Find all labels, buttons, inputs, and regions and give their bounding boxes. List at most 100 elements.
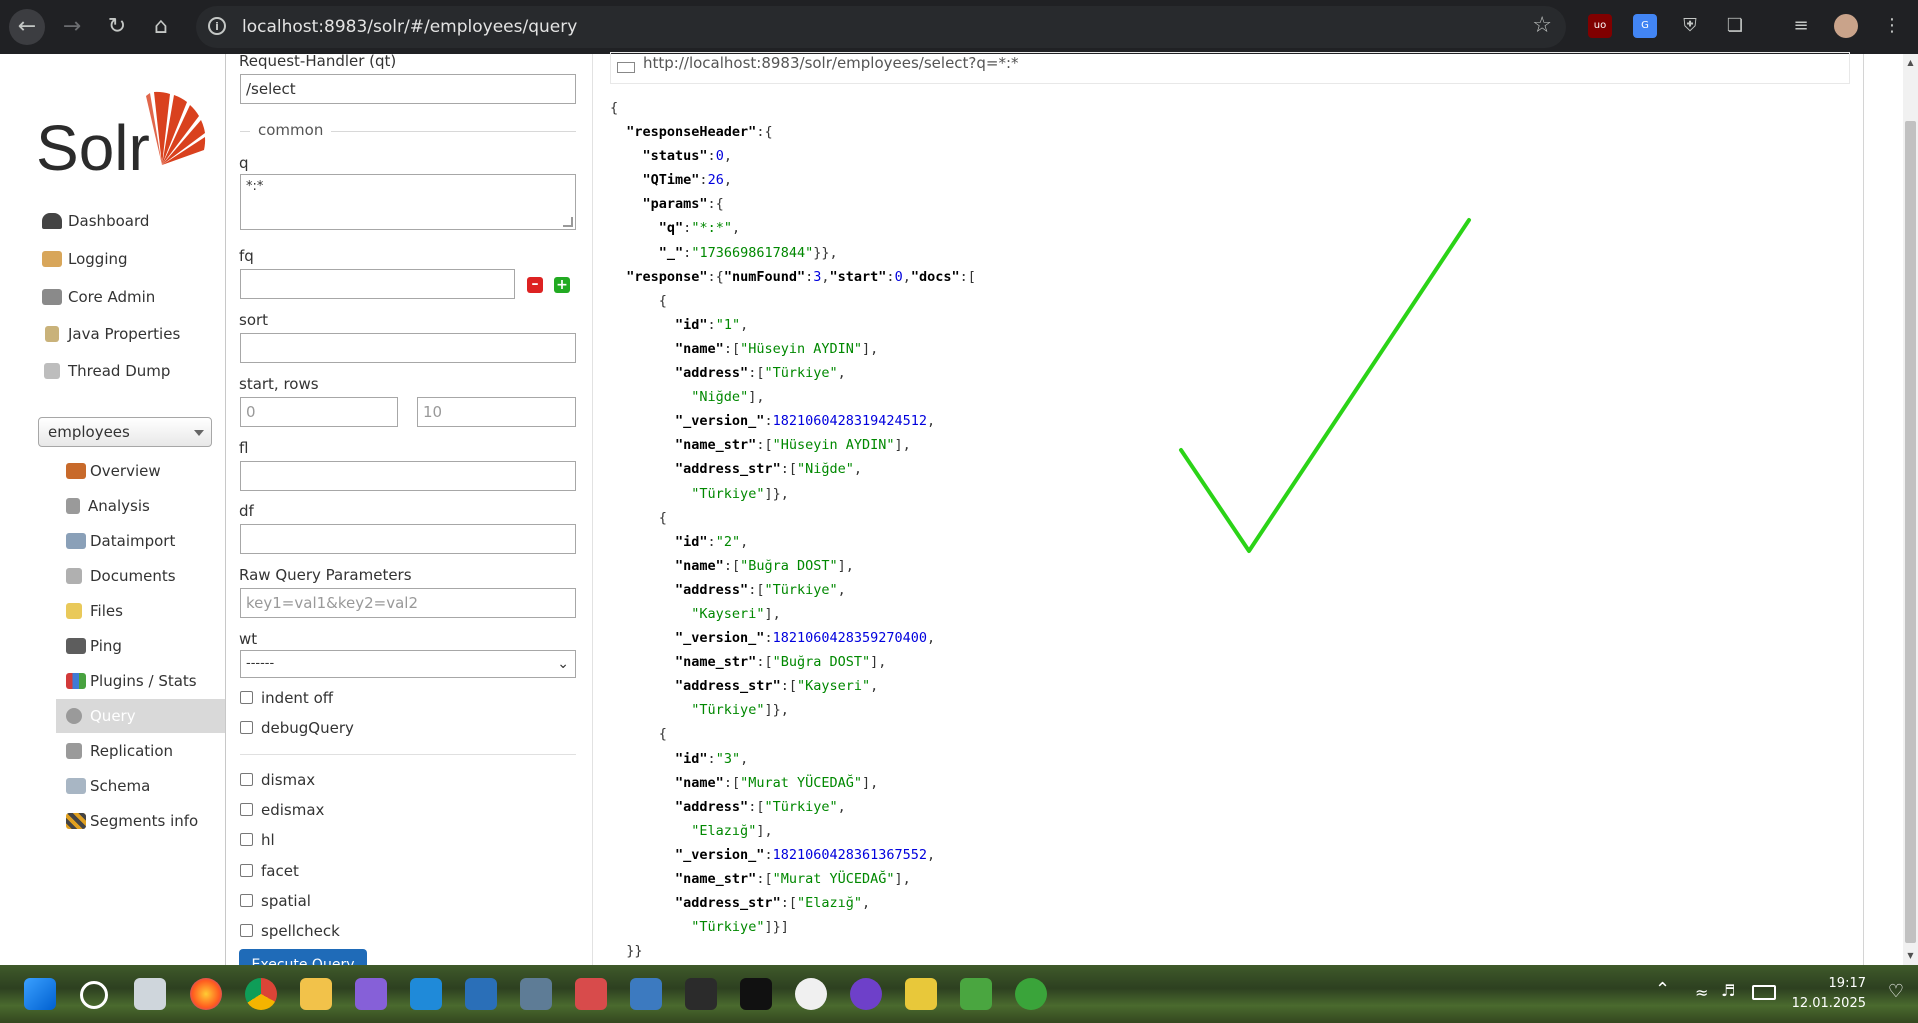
- vertical-scrollbar[interactable]: ▲ ▼: [1903, 54, 1918, 965]
- core-menu-query[interactable]: Query: [56, 699, 226, 733]
- core-selector[interactable]: employees: [38, 417, 212, 447]
- checkbox-box[interactable]: [240, 864, 253, 877]
- sidebar-item-logging[interactable]: Logging: [42, 248, 128, 270]
- core-menu-files[interactable]: Files: [56, 594, 226, 628]
- doc-address-str: Türkiye: [699, 919, 757, 936]
- doc-id: 2: [723, 533, 732, 550]
- google-translate-icon[interactable]: G: [1633, 14, 1657, 38]
- core-menu-analysis[interactable]: Analysis: [56, 489, 226, 523]
- doc-version: 1821060428319424512: [772, 413, 928, 430]
- notification-bell-icon[interactable]: ♡: [1888, 981, 1904, 1002]
- visual-studio-icon[interactable]: [355, 978, 387, 1010]
- snipping-tool-icon[interactable]: [575, 978, 607, 1010]
- kebab-menu-icon[interactable]: ⋮: [1880, 14, 1904, 38]
- command-prompt-icon[interactable]: [740, 978, 772, 1010]
- shield-icon[interactable]: ⛨: [1678, 14, 1702, 38]
- scroll-up-icon[interactable]: ▲: [1905, 58, 1916, 67]
- raw-query-label: Raw Query Parameters: [239, 566, 412, 584]
- core-menu-plugins-stats[interactable]: Plugins / Stats: [56, 664, 226, 698]
- checkbox-box[interactable]: [240, 721, 253, 734]
- firefox-icon[interactable]: [190, 978, 222, 1010]
- search-icon[interactable]: [80, 981, 108, 1009]
- core-menu-overview[interactable]: Overview: [56, 454, 226, 488]
- request-handler-input[interactable]: /select: [240, 74, 576, 104]
- sidebar-item-core-admin[interactable]: Core Admin: [42, 286, 155, 308]
- checkbox-box[interactable]: [240, 924, 253, 937]
- core-menu-dataimport[interactable]: Dataimport: [56, 524, 226, 558]
- address-bar-url[interactable]: localhost:8983/solr/#/employees/query: [242, 17, 577, 37]
- sidebar-item-label: Dashboard: [68, 212, 150, 230]
- extensions-puzzle-icon[interactable]: ❏: [1723, 14, 1747, 38]
- debugquery-checkbox[interactable]: debugQuery: [240, 719, 354, 737]
- execute-query-button[interactable]: Execute Query: [239, 949, 367, 965]
- tray-clock[interactable]: 19:17 12.01.2025: [1792, 974, 1866, 1014]
- forward-arrow-icon[interactable]: →: [54, 9, 90, 45]
- resize-grip-icon[interactable]: [563, 217, 573, 227]
- raw-query-input[interactable]: key1=val1&key2=val2: [240, 588, 576, 618]
- core-menu-ping[interactable]: Ping: [56, 629, 226, 663]
- fl-input[interactable]: [240, 461, 576, 491]
- ublock-icon[interactable]: uo: [1588, 14, 1612, 38]
- indent-off-checkbox[interactable]: indent off: [240, 689, 333, 707]
- checkbox-box[interactable]: [240, 773, 253, 786]
- core-menu-replication[interactable]: Replication: [56, 734, 226, 768]
- edismax-checkbox[interactable]: edismax: [240, 801, 324, 819]
- address-bar[interactable]: i localhost:8983/solr/#/employees/query …: [196, 6, 1566, 48]
- gimp-icon[interactable]: [795, 978, 827, 1010]
- df-label: df: [239, 502, 254, 520]
- core-menu-schema[interactable]: Schema: [56, 769, 226, 803]
- sort-input[interactable]: [240, 333, 576, 363]
- dataimport-icon: [66, 533, 86, 549]
- sidebar-item-dashboard[interactable]: Dashboard: [42, 210, 149, 232]
- scroll-down-icon[interactable]: ▼: [1905, 951, 1916, 960]
- facet-checkbox[interactable]: facet: [240, 862, 299, 880]
- media-queue-icon[interactable]: ≡: [1789, 14, 1813, 38]
- home-icon[interactable]: ⌂: [143, 9, 179, 45]
- request-url-link[interactable]: http://localhost:8983/solr/employees/sel…: [643, 54, 1019, 72]
- task-view-icon[interactable]: [134, 978, 166, 1010]
- sidebar-item-java-properties[interactable]: Java Properties: [42, 323, 180, 345]
- mongodb-compass-icon[interactable]: [1015, 978, 1047, 1010]
- github-desktop-icon[interactable]: [850, 978, 882, 1010]
- vscode-icon[interactable]: [410, 978, 442, 1010]
- sidebar-item-thread-dump[interactable]: Thread Dump: [42, 360, 170, 382]
- core-menu-documents[interactable]: Documents: [56, 559, 226, 593]
- checkbox-box[interactable]: [240, 691, 253, 704]
- fq-input[interactable]: [240, 269, 515, 299]
- site-info-icon[interactable]: i: [208, 17, 226, 35]
- checkbox-box[interactable]: [240, 803, 253, 816]
- spellcheck-checkbox[interactable]: spellcheck: [240, 922, 340, 940]
- checkbox-box[interactable]: [240, 894, 253, 907]
- wt-select[interactable]: ------ ⌄: [240, 650, 576, 678]
- dismax-checkbox[interactable]: dismax: [240, 771, 315, 789]
- add-fq-icon[interactable]: +: [554, 277, 570, 293]
- hl-checkbox[interactable]: hl: [240, 831, 275, 849]
- back-arrow-icon[interactable]: ←: [9, 9, 45, 45]
- solr-logo[interactable]: Solr: [36, 90, 206, 184]
- tray-chevron-up-icon[interactable]: ⌃: [1655, 979, 1670, 1000]
- scrollbar-thumb[interactable]: [1905, 121, 1916, 943]
- windows-start-icon[interactable]: [24, 978, 56, 1010]
- terminal-icon[interactable]: [685, 978, 717, 1010]
- battery-icon[interactable]: [1752, 985, 1776, 1000]
- wifi-icon[interactable]: ≈: [1695, 983, 1708, 1002]
- checkbox-box[interactable]: [240, 833, 253, 846]
- calculator-icon[interactable]: [520, 978, 552, 1010]
- bookmark-star-icon[interactable]: ☆: [1532, 13, 1552, 38]
- start-input[interactable]: 0: [240, 397, 398, 427]
- volume-icon[interactable]: ♬: [1721, 981, 1735, 1000]
- rows-input[interactable]: 10: [417, 397, 576, 427]
- remote-desktop-icon[interactable]: [630, 978, 662, 1010]
- paint-icon[interactable]: [905, 978, 937, 1010]
- profile-avatar-icon[interactable]: [1834, 14, 1858, 38]
- file-explorer-icon[interactable]: [300, 978, 332, 1010]
- q-textarea[interactable]: *:*: [240, 174, 576, 230]
- reload-icon[interactable]: ↻: [99, 9, 135, 45]
- photos-icon[interactable]: [465, 978, 497, 1010]
- remove-fq-icon[interactable]: –: [527, 277, 543, 293]
- chrome-icon[interactable]: [245, 978, 277, 1010]
- core-menu-segments-info[interactable]: Segments info: [56, 804, 226, 838]
- spatial-checkbox[interactable]: spatial: [240, 892, 311, 910]
- df-input[interactable]: [240, 524, 576, 554]
- notepad-plus-plus-icon[interactable]: [960, 978, 992, 1010]
